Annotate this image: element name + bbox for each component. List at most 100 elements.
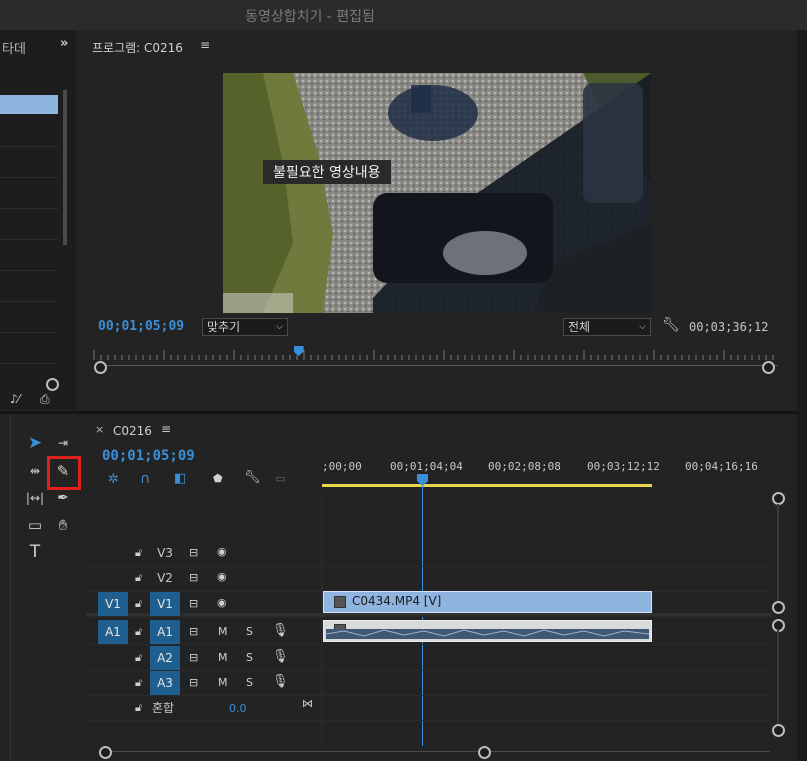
program-current-time[interactable]: 00;01;05;09 bbox=[98, 319, 184, 334]
work-area-bar[interactable] bbox=[322, 484, 652, 487]
lock-icon[interactable]: 🔓︎ bbox=[135, 676, 142, 690]
mute-button[interactable]: M bbox=[218, 651, 228, 664]
fx-badge-icon bbox=[334, 596, 346, 608]
sync-lock-icon[interactable]: ⊟ bbox=[189, 651, 198, 664]
lock-icon[interactable]: 🔓︎ bbox=[135, 571, 142, 585]
ripple-edit-tool[interactable]: ⇹ bbox=[24, 460, 46, 482]
panel-menu-icon[interactable]: ≡ bbox=[161, 422, 171, 436]
lock-icon[interactable]: 🔓︎ bbox=[135, 701, 142, 715]
rectangle-tool[interactable]: ▭ bbox=[24, 514, 46, 536]
program-duration: 00;03;36;12 bbox=[689, 320, 769, 334]
video-frame[interactable]: 불필요한 영상내용 bbox=[223, 73, 651, 313]
audio-scrollbar[interactable] bbox=[777, 630, 779, 730]
wrench-icon[interactable]: 🔧︎ bbox=[662, 317, 680, 333]
track-name-v3[interactable]: V3 bbox=[154, 543, 176, 563]
music-note-icon[interactable]: ♪⁄ bbox=[10, 392, 20, 406]
project-tab[interactable]: 타데 bbox=[2, 38, 26, 57]
track-name-v1[interactable]: V1 bbox=[150, 592, 180, 616]
zoom-slider-knob[interactable] bbox=[46, 378, 59, 391]
source-patch-a1[interactable]: A1 bbox=[98, 620, 128, 644]
fit-dropdown-value: 맞추기 bbox=[207, 320, 241, 334]
mix-volume-value[interactable]: 0.0 bbox=[229, 702, 247, 715]
audio-clip[interactable] bbox=[323, 620, 652, 642]
sync-lock-icon[interactable]: ⊟ bbox=[189, 571, 198, 584]
eye-icon[interactable]: ◉ bbox=[217, 570, 227, 583]
program-time-ruler[interactable] bbox=[92, 348, 781, 360]
captions-icon[interactable]: ▭ bbox=[275, 472, 285, 485]
track-select-tool[interactable]: ⇥ bbox=[52, 432, 74, 454]
hand-tool[interactable]: ✋︎ bbox=[52, 514, 74, 536]
type-tool[interactable]: T bbox=[24, 541, 46, 563]
selection-tool[interactable]: ➤ bbox=[24, 432, 46, 454]
audio-scroll-bottom-knob[interactable] bbox=[772, 724, 785, 737]
ruler-label: 00;04;16;16 bbox=[685, 460, 758, 473]
ruler-label: ;00;00 bbox=[322, 460, 362, 473]
track-row-a2[interactable]: 🔓︎ A2 ⊟ M S 🎙︎ bbox=[86, 645, 770, 671]
microphone-icon[interactable]: 🎙︎ bbox=[272, 649, 289, 664]
sync-lock-icon[interactable]: ⊟ bbox=[189, 625, 198, 638]
linked-selection-icon[interactable]: ∩ bbox=[140, 471, 150, 487]
sync-lock-icon[interactable]: ⊟ bbox=[189, 546, 198, 559]
microphone-icon[interactable]: 🎙︎ bbox=[272, 674, 289, 689]
project-panel: 타데 » ♪⁄ ⎙ bbox=[0, 30, 76, 410]
zoom-start-knob[interactable] bbox=[94, 361, 107, 374]
program-monitor: 프로그램: C0216 ≡ 불필요한 영상내용 00;01;05;09 맞추기 … bbox=[78, 30, 796, 430]
ruler-label: 00;02;08;08 bbox=[488, 460, 561, 473]
mute-button[interactable]: M bbox=[218, 625, 228, 638]
solo-button[interactable]: S bbox=[246, 651, 253, 664]
video-scroll-bottom-knob[interactable] bbox=[772, 601, 785, 614]
quality-dropdown-value: 전체 bbox=[568, 320, 591, 334]
track-row-v2[interactable]: 🔓︎ V2 ⊟ ◉ bbox=[86, 566, 770, 592]
marker-icon[interactable]: ⬟ bbox=[213, 472, 223, 485]
program-zoom-bar[interactable] bbox=[96, 365, 778, 366]
track-name-a1[interactable]: A1 bbox=[150, 620, 180, 644]
video-scrollbar[interactable] bbox=[777, 504, 779, 604]
double-chevron-right-icon[interactable]: » bbox=[60, 36, 68, 51]
h-scroll-left-knob[interactable] bbox=[99, 746, 112, 759]
solo-button[interactable]: S bbox=[246, 625, 253, 638]
video-clip[interactable]: C0434.MP4 [V] bbox=[323, 591, 652, 613]
caption-text[interactable]: 불필요한 영상내용 bbox=[263, 160, 391, 184]
timeline-current-time[interactable]: 00;01;05;09 bbox=[102, 448, 195, 464]
track-row-a3[interactable]: 🔓︎ A3 ⊟ M S 🎙︎ bbox=[86, 670, 770, 696]
track-name-v2[interactable]: V2 bbox=[154, 568, 176, 588]
export-icon[interactable]: ⎙ bbox=[40, 392, 50, 407]
timeline-tab[interactable]: C0216 bbox=[113, 424, 152, 438]
right-edge-panel bbox=[797, 30, 807, 761]
sync-lock-icon[interactable]: ⊟ bbox=[189, 597, 198, 610]
fit-dropdown[interactable]: 맞추기 ⌵ bbox=[202, 318, 288, 336]
eye-icon[interactable]: ◉ bbox=[217, 545, 227, 558]
panel-menu-icon[interactable]: ≡ bbox=[200, 38, 210, 52]
snap-icon[interactable]: ✲ bbox=[108, 472, 119, 487]
h-scroll-right-knob[interactable] bbox=[478, 746, 491, 759]
tools-panel-divider bbox=[10, 414, 11, 761]
pen-tool[interactable]: ✒ bbox=[52, 487, 74, 509]
close-icon[interactable]: × bbox=[95, 423, 104, 436]
mute-button[interactable]: M bbox=[218, 676, 228, 689]
mix-pan-icon[interactable]: ⋈ bbox=[302, 697, 313, 710]
zoom-end-knob[interactable] bbox=[762, 361, 775, 374]
eye-icon[interactable]: ◉ bbox=[217, 596, 227, 609]
add-marker-timeline-icon[interactable]: ◧ bbox=[174, 471, 186, 486]
timeline-h-scrollbar[interactable] bbox=[104, 751, 770, 752]
wrench-icon[interactable]: 🔧︎ bbox=[244, 470, 261, 485]
project-scrollbar[interactable] bbox=[63, 90, 67, 245]
tools-panel: ➤ ⇥ ⇹ ✎ |↔| ✒ ▭ ✋︎ T bbox=[10, 414, 84, 761]
solo-button[interactable]: S bbox=[246, 676, 253, 689]
sync-lock-icon[interactable]: ⊟ bbox=[189, 676, 198, 689]
lock-icon[interactable]: 🔓︎ bbox=[135, 546, 142, 560]
slip-tool[interactable]: |↔| bbox=[24, 487, 46, 509]
track-name-a3[interactable]: A3 bbox=[150, 671, 180, 695]
source-patch-v1[interactable]: V1 bbox=[98, 592, 128, 616]
track-name-a2[interactable]: A2 bbox=[150, 646, 180, 670]
microphone-icon[interactable]: 🎙︎ bbox=[272, 623, 289, 638]
selected-bin-row[interactable] bbox=[0, 95, 58, 114]
track-row-v3[interactable]: 🔓︎ V3 ⊟ ◉ bbox=[86, 541, 770, 567]
track-row-mix[interactable]: 🔓︎ 혼합 0.0 ⋈ bbox=[86, 695, 770, 721]
lock-icon[interactable]: 🔓︎ bbox=[135, 625, 142, 639]
chevron-down-icon: ⌵ bbox=[276, 322, 283, 332]
quality-dropdown[interactable]: 전체 ⌵ bbox=[563, 318, 651, 336]
lock-icon[interactable]: 🔓︎ bbox=[135, 597, 142, 611]
program-tab[interactable]: 프로그램: C0216 bbox=[92, 39, 183, 56]
lock-icon[interactable]: 🔓︎ bbox=[135, 651, 142, 665]
